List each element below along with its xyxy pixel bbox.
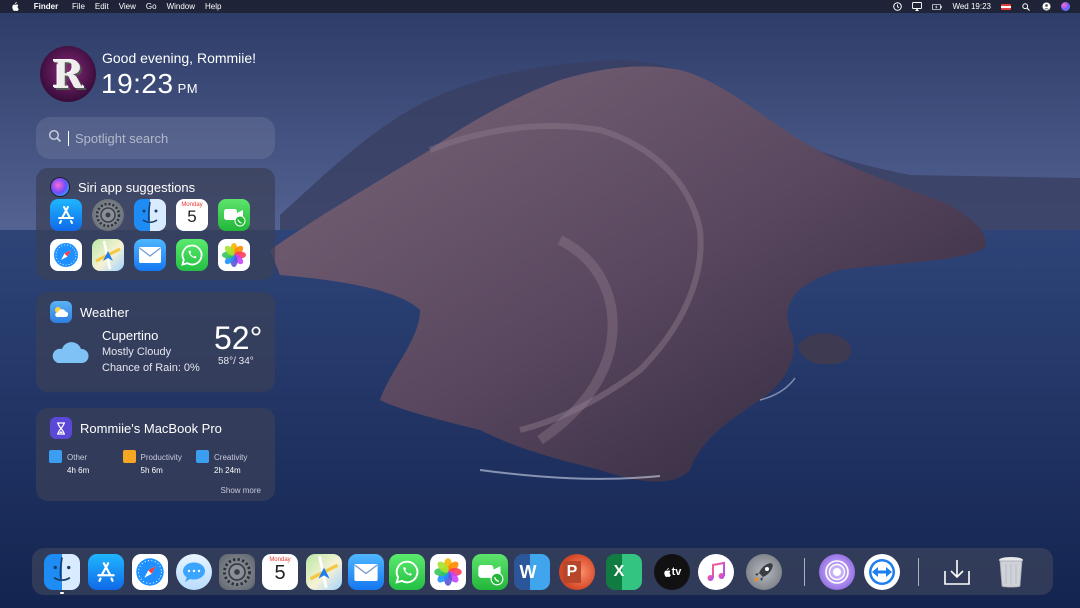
dock-facetime-icon[interactable] — [472, 554, 508, 590]
menu-view[interactable]: View — [119, 2, 136, 11]
menu-help[interactable]: Help — [205, 2, 221, 11]
dock-messages-icon[interactable] — [176, 554, 212, 590]
dock-mail-icon[interactable] — [348, 554, 384, 590]
dock-photos-icon[interactable] — [430, 554, 466, 590]
dock-teamviewer-icon[interactable] — [864, 554, 900, 590]
weather-temperature: 52° — [214, 320, 263, 356]
powerpoint-letter: P — [562, 561, 582, 583]
menu-bar: Finder File Edit View Go Window Help Wed… — [0, 0, 1080, 13]
avatar[interactable]: R — [40, 46, 96, 102]
menu-window[interactable]: Window — [167, 2, 195, 11]
category-time: 4h 6m — [67, 466, 90, 475]
menubar-clock[interactable]: Wed 19:23 — [952, 2, 991, 11]
dock-trash-icon[interactable] — [993, 554, 1029, 590]
input-source-flag-icon[interactable] — [1001, 3, 1011, 10]
category-color — [122, 450, 136, 463]
spotlight-search-box[interactable] — [36, 117, 275, 159]
siri-suggestions-widget: Siri app suggestions Monday 5 — [36, 168, 275, 280]
show-more-link[interactable]: Show more — [221, 486, 261, 495]
finder-running-indicator — [60, 592, 64, 594]
category-other: Other 4h 6m — [49, 450, 117, 480]
weather-high-low: 58°/ 34° — [218, 356, 254, 367]
category-time: 2h 24m — [214, 466, 241, 475]
weather-title: Weather — [80, 304, 129, 320]
category-color — [49, 450, 62, 463]
app-store-icon[interactable] — [50, 199, 82, 231]
dock-system-preferences-icon[interactable] — [219, 554, 255, 590]
photos-icon[interactable] — [218, 239, 250, 271]
dock-music-icon[interactable] — [698, 554, 734, 590]
dock-maps-icon[interactable] — [306, 554, 342, 590]
whatsapp-icon[interactable] — [176, 239, 208, 271]
search-icon — [48, 129, 62, 148]
dock: Monday 5 W P X tv — [32, 548, 1053, 595]
dock-app-store-icon[interactable] — [88, 554, 124, 590]
finder-icon[interactable] — [134, 199, 166, 231]
category-productivity: Productivity 5h 6m — [122, 450, 191, 480]
calendar-icon[interactable]: Monday 5 — [176, 199, 208, 231]
clock-time: 19:23 — [101, 68, 174, 99]
weather-app-icon — [50, 301, 72, 323]
dock-separator — [804, 558, 805, 586]
siri-icon — [50, 177, 70, 197]
category-color — [196, 450, 209, 463]
dock-powerpoint-icon[interactable]: P — [559, 554, 595, 590]
dock-calendar-icon[interactable]: Monday 5 — [262, 554, 298, 590]
dock-apple-tv-icon[interactable]: tv — [654, 554, 690, 590]
battery-icon[interactable] — [932, 3, 943, 11]
mail-icon[interactable] — [134, 239, 166, 271]
calendar-day: 5 — [187, 207, 197, 226]
cloud-icon — [50, 338, 90, 369]
spotlight-icon[interactable] — [1021, 2, 1031, 11]
category-creativity: Creativity 2h 24m — [196, 450, 264, 480]
menu-finder[interactable]: Finder — [30, 0, 62, 23]
greeting-message: Good evening, Rommiie! — [102, 50, 257, 66]
widget-clock: 19:23 PM — [101, 68, 198, 100]
dock-downloads-icon[interactable] — [939, 554, 975, 590]
menu-edit[interactable]: Edit — [95, 2, 109, 11]
airplay-icon[interactable] — [912, 2, 923, 11]
system-preferences-icon[interactable] — [92, 199, 124, 231]
excel-letter: X — [613, 563, 625, 580]
category-name: Creativity — [214, 453, 248, 462]
dock-whatsapp-icon[interactable] — [389, 554, 425, 590]
hourglass-icon — [50, 417, 72, 439]
clock-ampm: PM — [177, 81, 199, 96]
text-caret — [68, 130, 69, 146]
menu-go[interactable]: Go — [146, 2, 157, 11]
apple-tv-label: tv — [671, 566, 682, 578]
dock-launchpad-icon[interactable] — [746, 554, 782, 590]
menu-file[interactable]: File — [72, 2, 85, 11]
dock-word-icon[interactable]: W — [514, 554, 550, 590]
weather-city: Cupertino — [102, 328, 159, 343]
weather-rain-chance: Chance of Rain: 0% — [102, 362, 200, 374]
category-name: Other — [67, 453, 88, 462]
siri-menubar-icon[interactable] — [1061, 2, 1070, 11]
category-time: 5h 6m — [140, 466, 163, 475]
time-machine-icon[interactable] — [892, 2, 902, 11]
dock-safari-icon[interactable] — [132, 554, 168, 590]
facetime-icon[interactable] — [218, 199, 250, 231]
dock-finder-icon[interactable] — [44, 554, 80, 590]
dock-excel-icon[interactable]: X — [606, 554, 642, 590]
greeting-widget: R Good evening, Rommiie! 19:23 PM — [40, 44, 280, 102]
dock-calendar-day: 5 — [274, 562, 286, 584]
device-name: Rommiie's MacBook Pro — [80, 420, 222, 436]
dock-separator — [918, 558, 919, 586]
dock-tor-browser-icon[interactable] — [819, 554, 855, 590]
user-icon[interactable] — [1041, 2, 1051, 11]
screen-time-widget[interactable]: Rommiie's MacBook Pro Other 4h 6m Produc… — [36, 408, 275, 501]
maps-icon[interactable] — [92, 239, 124, 271]
search-input[interactable] — [75, 130, 265, 146]
category-name: Productivity — [140, 453, 182, 462]
safari-icon[interactable] — [50, 239, 82, 271]
weather-widget[interactable]: Weather Cupertino Mostly Cloudy Chance o… — [36, 292, 275, 392]
apple-menu-icon[interactable] — [10, 2, 20, 11]
weather-condition: Mostly Cloudy — [102, 346, 172, 358]
word-letter: W — [519, 561, 537, 582]
siri-widget-title: Siri app suggestions — [78, 179, 196, 195]
